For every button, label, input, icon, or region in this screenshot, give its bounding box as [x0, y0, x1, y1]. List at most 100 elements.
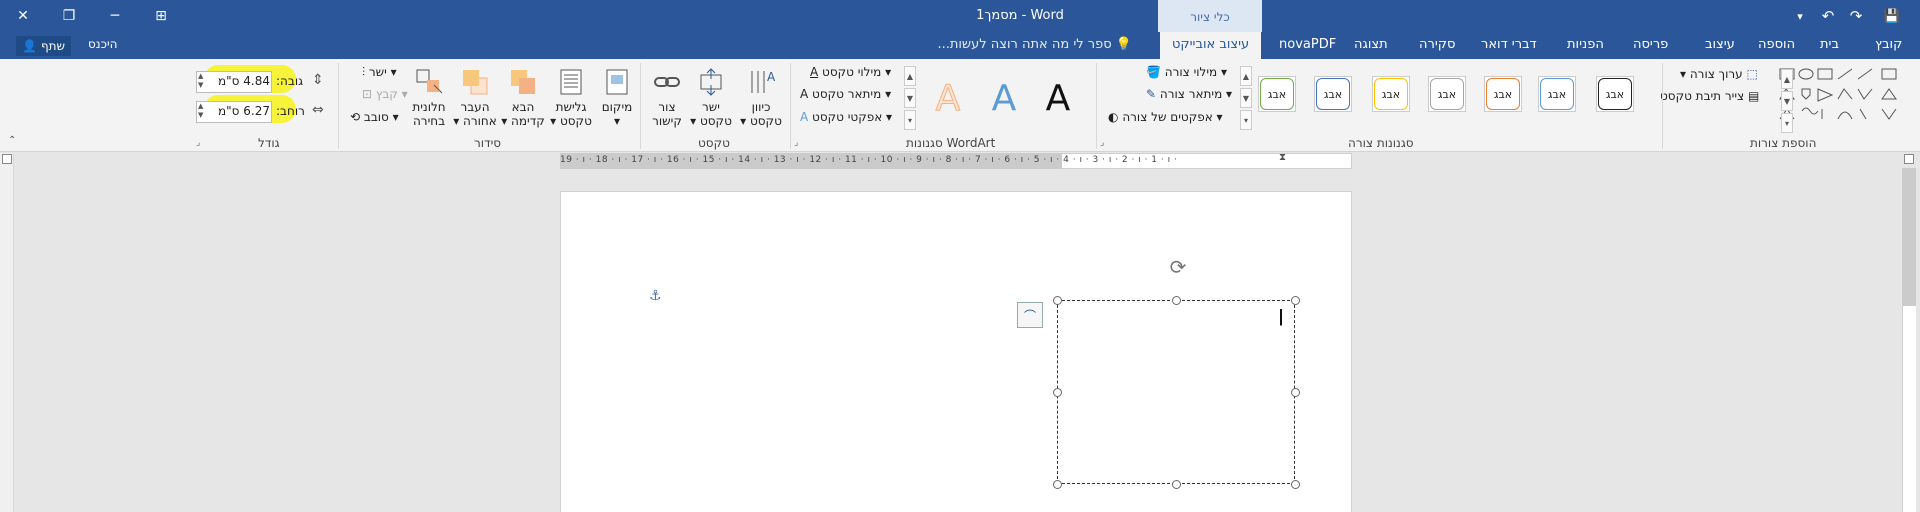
position-button[interactable]: מיקום ▾ — [594, 67, 640, 128]
customize-toolbar-button[interactable]: ▾ — [1786, 0, 1814, 32]
width-field[interactable]: ▲ ▼ 6.27 ס"מ רוחב: — [196, 95, 306, 123]
create-link-button[interactable]: צור קישור — [644, 67, 690, 128]
tab-references[interactable]: הפניות — [1567, 37, 1604, 52]
send-backward-icon — [463, 70, 488, 95]
align-label: ישר — [368, 65, 387, 79]
shape-styles-scroll-up[interactable]: ▲ — [1240, 66, 1252, 86]
wordart-more[interactable]: ▾ — [904, 110, 916, 130]
tab-design[interactable]: עיצוב — [1705, 37, 1735, 52]
text-box-content[interactable]: ן — [1278, 302, 1284, 327]
tab-review[interactable]: סקירה — [1419, 37, 1455, 52]
layout-options-button[interactable]: ⌒ — [1017, 302, 1043, 328]
wordart-style-tile[interactable]: A — [920, 72, 976, 124]
tab-format[interactable]: עיצוב אובייקט — [1160, 32, 1262, 59]
selection-pane-icon — [416, 69, 443, 94]
align-button[interactable]: ▾ ישר ⫶ — [362, 65, 397, 80]
shape-style-tile[interactable]: אבג — [1596, 76, 1634, 112]
bring-forward-button[interactable]: הבא קדימה ▾ — [500, 67, 546, 128]
send-backward-button[interactable]: העבר אחורה ▾ — [452, 67, 498, 128]
ruler-indent-marker[interactable]: ⧗ — [1279, 152, 1289, 170]
shapes-more[interactable]: ▾ — [1781, 113, 1793, 133]
minimize-button[interactable]: ─ — [92, 0, 138, 32]
shape-styles-launcher[interactable]: ⌟ — [1100, 138, 1104, 148]
tab-novapdf[interactable]: novaPDF — [1279, 37, 1336, 52]
collapse-ribbon-button[interactable]: ⌃ — [8, 135, 16, 146]
tab-home[interactable]: בית — [1820, 37, 1839, 52]
bring-forward-line2: קדימה — [511, 114, 545, 128]
draw-textbox-button[interactable]: ▤ צייר תיבת טקסט — [1660, 89, 1759, 103]
sign-in-link[interactable]: היכנס — [88, 37, 117, 51]
share-button[interactable]: 👤 שתף — [16, 36, 72, 56]
ribbon-display-options-button[interactable]: ⊞ — [138, 0, 184, 32]
shape-style-text: אבג — [1260, 78, 1294, 110]
shape-style-tile[interactable]: אבג — [1258, 76, 1296, 112]
group-button[interactable]: ▾ קבץ ⊡ — [362, 87, 408, 101]
view-toggle-button[interactable] — [1904, 154, 1914, 164]
shape-style-tile[interactable]: אבג — [1428, 76, 1466, 112]
resize-handle[interactable] — [1291, 296, 1300, 305]
save-button[interactable]: 💾 — [1878, 0, 1906, 32]
resize-handle[interactable] — [1053, 480, 1062, 489]
selection-pane-label: חלונית בחירה — [406, 100, 452, 128]
edit-shape-button[interactable]: ⬚ ערוך צורה ▾ — [1680, 67, 1758, 81]
resize-handle[interactable] — [1053, 388, 1062, 397]
tab-view[interactable]: תצוגה — [1354, 37, 1388, 52]
resize-handle[interactable] — [1172, 480, 1181, 489]
tab-file[interactable]: קובץ — [1875, 37, 1902, 52]
tab-insert[interactable]: הוספה — [1758, 37, 1795, 52]
shape-style-tile[interactable]: אבג — [1484, 76, 1522, 112]
selection-pane-button[interactable]: חלונית בחירה — [406, 67, 452, 128]
align-text-button[interactable]: ישר טקסט ▾ — [688, 67, 734, 128]
wordart-scroll-down[interactable]: ▼ — [904, 88, 916, 108]
shape-fill-button[interactable]: ▾ מילוי צורה 🪣 — [1146, 65, 1227, 79]
undo-button[interactable]: ↶ — [1814, 0, 1842, 32]
tell-me-box[interactable]: 💡 ספר לי מה אתה רוצה לעשות... — [937, 37, 1132, 52]
text-effects-button[interactable]: ▾ אפקטי טקסט A — [800, 110, 892, 124]
shapes-scroll-up[interactable]: ▲ — [1781, 69, 1793, 89]
wordart-scroll-up[interactable]: ▲ — [904, 66, 916, 86]
wordart-style-tile[interactable]: A — [1030, 72, 1086, 124]
shape-effects-button[interactable]: ▾ אפקטים של צורה ◐ — [1108, 110, 1223, 124]
shape-outline-button[interactable]: ▾ מיתאר צורה ✎ — [1146, 87, 1232, 101]
wrap-text-button[interactable]: גלישת טקסט ▾ — [548, 67, 594, 128]
rotate-button[interactable]: ▾ סובב ⟲ — [350, 110, 399, 124]
ribbon-tabs: 👤 שתף היכנס 💡 ספר לי מה אתה רוצה לעשות..… — [0, 32, 1920, 59]
text-outline-button[interactable]: ▾ מיתאר טקסט A — [800, 87, 891, 101]
ruler-toggle-button[interactable] — [2, 154, 12, 164]
shape-styles-more[interactable]: ▾ — [1240, 110, 1252, 130]
shape-style-tile[interactable]: אבג — [1314, 76, 1352, 112]
restore-button[interactable]: ❐ — [46, 0, 92, 32]
tab-mailings[interactable]: דברי דואר — [1481, 37, 1537, 52]
text-fill-button[interactable]: ▾ מילוי טקסט A — [810, 65, 891, 79]
text-box[interactable] — [1057, 300, 1295, 484]
group-label-size: גודל — [258, 136, 280, 150]
send-backward-line2: אחורה — [463, 114, 497, 128]
size-launcher[interactable]: ⌟ — [196, 138, 200, 148]
rotate-handle[interactable]: ⟳ — [1167, 256, 1189, 278]
resize-handle[interactable] — [1291, 480, 1300, 489]
shape-style-tile[interactable]: אבג — [1538, 76, 1576, 112]
height-spinner[interactable]: ▲ ▼ — [198, 72, 203, 90]
text-effects-icon: A — [800, 110, 809, 124]
redo-button[interactable]: ↷ — [1842, 0, 1870, 32]
tab-layout[interactable]: פריסה — [1633, 37, 1668, 52]
resize-handle[interactable] — [1291, 388, 1300, 397]
shapes-scroll-down[interactable]: ▼ — [1781, 91, 1793, 111]
shape-styles-scroll-down[interactable]: ▼ — [1240, 88, 1252, 108]
resize-handle[interactable] — [1053, 296, 1062, 305]
restore-icon: ❐ — [62, 8, 76, 24]
group-label-insert-shapes: הוספת צורות — [1750, 136, 1817, 150]
width-spinner[interactable]: ▲ ▼ — [198, 102, 203, 120]
send-backward-line1: העבר — [460, 100, 490, 114]
resize-handle[interactable] — [1172, 296, 1181, 305]
anchor-icon[interactable]: ⚓ — [649, 288, 662, 304]
height-field[interactable]: ▲ ▼ 4.84 ס"מ גובה: — [196, 65, 306, 93]
wordart-launcher[interactable]: ⌟ — [794, 138, 798, 148]
shapes-gallery[interactable] — [1776, 65, 1916, 125]
close-button[interactable]: ✕ — [0, 0, 46, 32]
wordart-style-tile[interactable]: A — [976, 72, 1032, 124]
width-label: רוחב: — [276, 104, 305, 118]
document-scroll-strip[interactable] — [0, 153, 14, 512]
text-direction-button[interactable]: A כיוון טקסט ▾ — [738, 67, 784, 128]
shape-style-tile[interactable]: אבג — [1372, 76, 1410, 112]
